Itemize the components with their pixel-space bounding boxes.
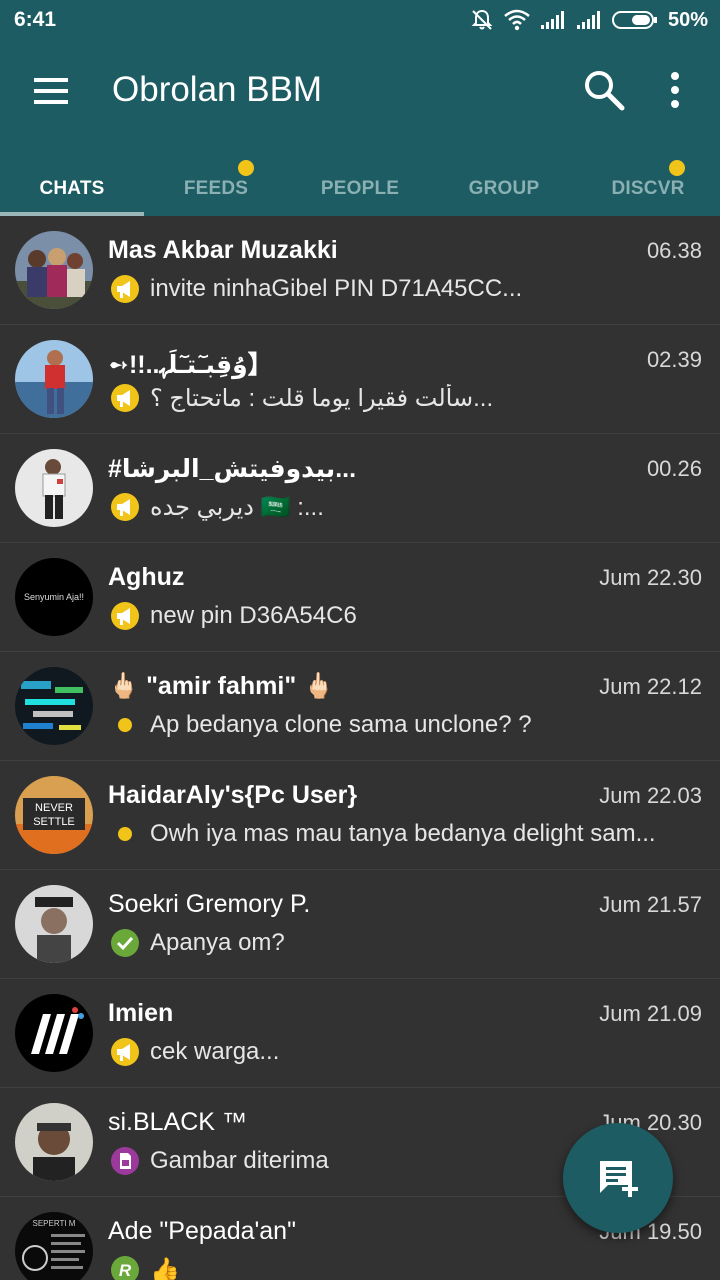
unread-dot-icon [118,718,132,732]
chat-message: 👍 [150,1256,180,1280]
chat-row[interactable]: 🖕🏻 "amir fahmi" 🖕🏻 Jum 22.12 Ap bedanya … [0,652,720,761]
menu-button[interactable] [26,70,78,114]
avatar [15,340,93,418]
chat-name: Ade "Pepada'an" [108,1217,296,1245]
avatar: Senyumin Aja!! [15,558,93,636]
chat-preview: ديربي جده 🇸🇦 :... [110,490,690,524]
chat-row[interactable]: Imien Jum 21.09 cek warga... [0,979,720,1088]
signal-icon [576,11,600,29]
chat-name: 🖕🏻 "amir fahmi" 🖕🏻 [108,672,335,700]
tab-feeds[interactable]: FEEDS [144,160,288,216]
app-bar: 6:41 50% Obrolan BBM CHATS FEEDS PEOPLE … [0,0,720,216]
chat-row[interactable]: ➻!!..ﻭُﻗِﺒـٓﺘـٓﻠَﮩ】 02.39 سألت فقيرا يوم… [0,325,720,434]
mute-icon [471,9,493,30]
status-bar: 6:41 50% [0,0,720,40]
new-chat-icon [600,1161,638,1197]
broadcast-icon [111,602,139,630]
chat-row[interactable]: #بيدوفيتش_البرشا... 00.26 ديربي جده 🇸🇦 :… [0,434,720,543]
battery-icon [611,11,657,29]
chat-name: HaidarAly's{Pc User} [108,781,358,809]
battery-percent: 50% [667,8,708,31]
chat-preview: Ap bedanya clone sama unclone? ? [110,708,690,742]
chat-row[interactable]: Soekri Gremory P. Jum 21.57 Apanya om? [0,870,720,979]
chat-preview: new pin D36A54C6 [110,599,690,633]
chat-time: Jum 22.12 [599,674,702,699]
tab-people[interactable]: PEOPLE [288,160,432,216]
broadcast-icon [111,493,139,521]
more-options-button[interactable] [660,68,690,116]
avatar [15,449,93,527]
avatar [15,231,93,309]
chat-name: Aghuz [108,563,185,591]
avatar [15,1103,93,1181]
avatar-caption: NEVER [35,802,73,814]
chat-row[interactable]: Mas Akbar Muzakki 06.38 invite ninhaGibe… [0,216,720,325]
chat-preview: cek warga... [110,1035,690,1069]
broadcast-icon [111,384,139,412]
signal-icon [540,11,564,29]
chat-preview: invite ninhaGibel PIN D71A45CC... [110,272,690,306]
chat-message: Owh iya mas mau tanya bedanya delight sa… [150,820,656,847]
tab-bar: CHATS FEEDS PEOPLE GROUP DISCVR [0,160,720,216]
chat-time: Jum 21.57 [599,892,702,917]
r-status-icon: R [111,1256,139,1280]
status-icons: 50% [470,6,708,34]
more-vert-icon [671,72,679,108]
chat-name: Soekri Gremory P. [108,890,311,918]
svg-text:R: R [119,1261,132,1280]
search-button[interactable] [582,68,630,116]
chat-row[interactable]: Senyumin Aja!! Aghuz Jum 22.30 new pin D… [0,543,720,652]
menu-icon [34,78,68,104]
chat-list: Mas Akbar Muzakki 06.38 invite ninhaGibe… [0,216,720,1280]
chat-message: new pin D36A54C6 [150,602,357,629]
chat-time: 06.38 [646,238,702,263]
chat-message: Ap bedanya clone sama unclone? ? [150,711,532,738]
chat-message: cek warga... [150,1038,280,1065]
chat-preview: Owh iya mas mau tanya bedanya delight sa… [110,817,690,851]
status-time: 6:41 [14,8,57,31]
chat-name: si.BLACK ™ [108,1108,247,1136]
tab-discvr[interactable]: DISCVR [576,160,720,216]
unread-dot-icon [118,827,132,841]
chat-message: invite ninhaGibel PIN D71A45CC... [150,275,523,302]
discvr-notification-dot [669,160,685,176]
avatar [15,885,93,963]
chat-name: Imien [108,999,174,1027]
tab-group[interactable]: GROUP [432,160,576,216]
chat-time: Jum 22.30 [599,565,702,590]
chat-message: Apanya om? [150,929,285,956]
avatar [15,994,93,1072]
new-chat-button[interactable] [563,1123,673,1233]
chat-message: Gambar diterima [150,1147,329,1174]
chat-name: Mas Akbar Muzakki [108,236,338,264]
read-check-icon [111,929,139,957]
chat-row[interactable]: NEVER SETTLE HaidarAly's{Pc User} Jum 22… [0,761,720,870]
chat-message: ديربي جده 🇸🇦 :... [150,493,324,521]
tab-chats[interactable]: CHATS [0,160,144,216]
chat-preview: سألت فقيرا يوما قلت : ماتحتاج ؟... [110,381,690,415]
chat-message: سألت فقيرا يوما قلت : ماتحتاج ؟... [150,384,494,412]
avatar-caption: Senyumin Aja!! [24,592,84,602]
avatar [15,667,93,745]
chat-time: Jum 21.09 [599,1001,702,1026]
avatar: SEPERTI M [15,1212,93,1280]
toolbar: Obrolan BBM [0,40,720,144]
avatar-caption: SEPERTI M [33,1219,76,1228]
chat-preview: R 👍 [110,1253,690,1280]
chat-time: 02.39 [646,347,702,372]
wifi-icon [504,9,530,31]
search-icon [585,71,625,111]
picture-received-icon [111,1147,139,1175]
broadcast-icon [111,1038,139,1066]
chat-name: #بيدوفيتش_البرشا... [108,455,357,483]
page-title: Obrolan BBM [112,70,323,109]
feeds-notification-dot [238,160,254,176]
avatar: NEVER SETTLE [15,776,93,854]
chat-preview: Apanya om? [110,926,690,960]
chat-time: 00.26 [646,456,702,481]
avatar-caption: SETTLE [33,816,75,828]
chat-time: Jum 22.03 [599,783,702,808]
chat-name: ➻!!..ﻭُﻗِﺒـٓﺘـٓﻠَﮩ】 [108,351,273,379]
broadcast-icon [111,275,139,303]
